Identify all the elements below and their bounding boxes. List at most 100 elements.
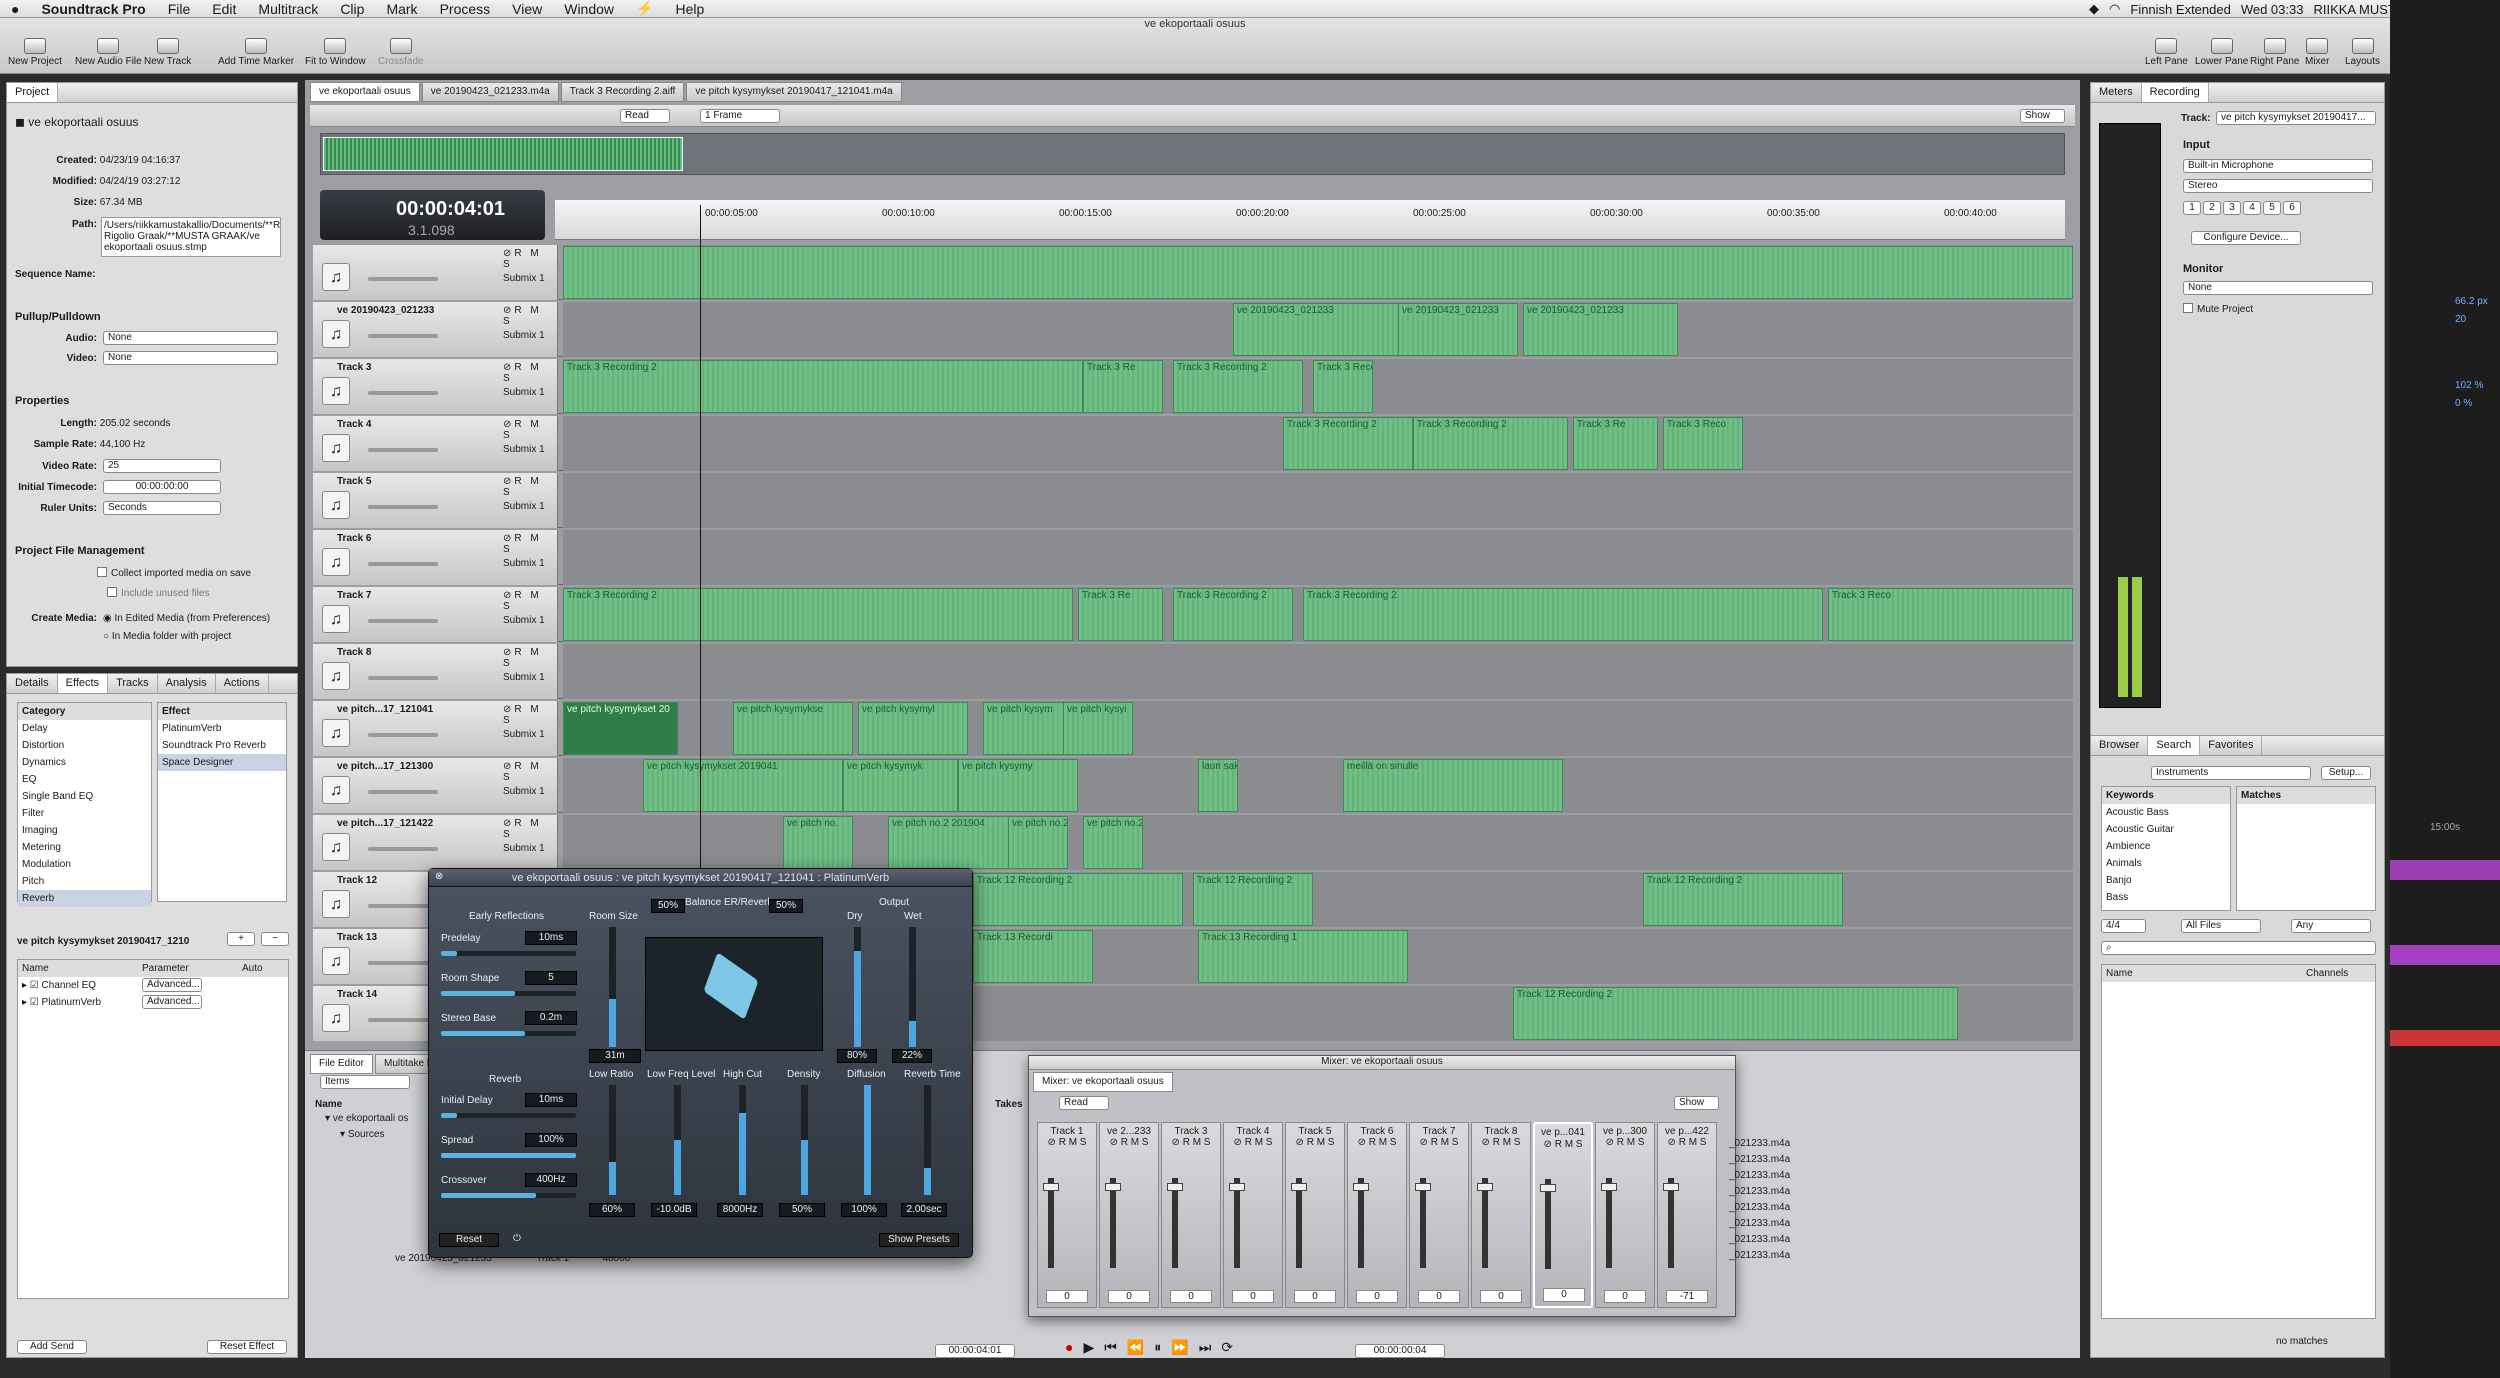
menu-process[interactable]: Process [429, 1, 502, 17]
track-volume-slider[interactable] [368, 790, 438, 794]
fit-to-window-button[interactable]: Fit to Window [305, 38, 366, 67]
audio-clip[interactable]: Track 3 Recording 2 [1283, 417, 1413, 470]
list-item[interactable]: Modulation [18, 856, 151, 873]
lock-icon[interactable]: ⊘ [503, 590, 514, 601]
initial-timecode-field[interactable]: 00:00:00:00 [103, 480, 221, 494]
room-size-value[interactable]: 31m [589, 1049, 641, 1063]
time-ruler[interactable]: 00:00:05:00 00:00:10:00 00:00:15:00 00:0… [555, 200, 2065, 240]
tab-project[interactable]: ve ekoportaali osuus [310, 82, 420, 102]
automation-mode-select[interactable]: Read [620, 109, 670, 123]
list-item[interactable]: Imaging [18, 822, 151, 839]
audio-clip[interactable]: Track 3 Recording 2 [1413, 417, 1568, 470]
track-8[interactable]: Track 8 ⊘R M S ♫ Submix 1 [313, 644, 2073, 699]
mixer-automation-select[interactable]: Read [1059, 1096, 1109, 1110]
density-slider[interactable] [801, 1085, 808, 1195]
duration-timecode[interactable]: 00:00:00:04 [1355, 1344, 1445, 1358]
tab-favorites[interactable]: Favorites [2200, 736, 2263, 755]
track-name[interactable]: Track 13 [337, 932, 377, 943]
track-name[interactable]: Track 8 [337, 647, 371, 658]
strip-value[interactable]: 0 [1418, 1290, 1460, 1303]
audio-clip[interactable]: Track 3 Recording 2 [1173, 360, 1303, 413]
audio-clip[interactable]: Track 12 Recording 2 [1193, 873, 1313, 926]
track-header[interactable]: ve pitch...17_121300 ⊘R M S ♫ Submix 1 [313, 758, 558, 813]
track-name[interactable]: Track 4 [337, 419, 371, 430]
audio-clip[interactable]: ve pitch kysymyl [858, 702, 968, 755]
forward-icon[interactable]: ⏩ [1171, 1339, 1198, 1355]
lock-icon[interactable]: ⊘ [503, 476, 514, 487]
category-select[interactable]: Instruments [2151, 766, 2311, 780]
track-name[interactable]: ve pitch...17_121041 [337, 704, 433, 715]
initial-delay-slider[interactable] [441, 1113, 576, 1118]
mixer-show-select[interactable]: Show [1674, 1096, 1719, 1110]
tab-actions[interactable]: Actions [216, 674, 269, 693]
spread-value[interactable]: 100% [525, 1133, 577, 1147]
channel-strip[interactable]: ve 2...233 ⊘ R M S 0 [1099, 1122, 1159, 1308]
tree-root[interactable]: ▾ ve ekoportaali os [325, 1113, 408, 1124]
track-output[interactable]: Submix 1 [503, 444, 545, 455]
track-select[interactable]: ve pitch kysymykset 20190417... [2216, 111, 2376, 125]
audio-clip[interactable]: ve pitch kysym [983, 702, 1068, 755]
crossover-value[interactable]: 400Hz [525, 1173, 577, 1187]
audio-clip[interactable]: Track 3 Recording 2 [563, 360, 1083, 413]
menu-window[interactable]: Window [553, 1, 625, 17]
strip-value[interactable]: 0 [1543, 1288, 1585, 1302]
path-value[interactable]: /Users/riikkamustakallio/Documents/**RG … [101, 217, 281, 257]
audio-clip[interactable]: Track 3 Reco [1663, 417, 1743, 470]
strip-fader[interactable] [1415, 1183, 1431, 1191]
track-name[interactable]: Track 3 [337, 362, 371, 373]
audio-clip[interactable]: Track 3 Recording 2 [1303, 588, 1823, 641]
add-send-button[interactable]: Add Send [17, 1340, 87, 1354]
tab-tracks[interactable]: Tracks [108, 674, 158, 693]
audio-clip[interactable]: ve pitch kysyi [1063, 702, 1133, 755]
advanced-button[interactable]: Advanced... [142, 995, 202, 1009]
track-output[interactable]: Submix 1 [503, 273, 545, 284]
list-item[interactable]: Acoustic Guitar [2102, 821, 2230, 838]
table-row[interactable]: ▸ ☑ Channel EQ Advanced... [18, 977, 288, 994]
tab-recording[interactable]: Recording [2141, 83, 2209, 102]
dropbox-icon[interactable]: ◆ [2089, 1, 2099, 17]
go-to-start-icon[interactable]: ⏮ [1104, 1339, 1127, 1355]
strip-fader[interactable] [1043, 1183, 1059, 1191]
lock-icon[interactable]: ⊘ [503, 533, 514, 544]
collect-checkbox[interactable]: Collect imported media on save [97, 567, 251, 579]
track-lane[interactable] [563, 644, 2073, 699]
tab-file-2[interactable]: Track 3 Recording 2.aiff [560, 82, 685, 102]
channel-strip[interactable]: Track 3 ⊘ R M S 0 [1161, 1122, 1221, 1308]
checkbox[interactable] [2183, 303, 2193, 313]
track-volume-slider[interactable] [368, 619, 438, 623]
list-item[interactable]: Single Band EQ [18, 788, 151, 805]
diffusion-slider[interactable] [864, 1085, 871, 1195]
current-timecode[interactable]: 00:00:04:01 [935, 1344, 1015, 1358]
tab-mixer[interactable]: Mixer: ve ekoportaali osuus [1033, 1072, 1173, 1092]
wet-value[interactable]: 22% [892, 1049, 932, 1063]
audio-clip[interactable]: ve pitch no.2 [1083, 816, 1143, 869]
track-5[interactable]: Track 5 ⊘R M S ♫ Submix 1 [313, 473, 2073, 528]
strip-value[interactable]: 0 [1356, 1290, 1398, 1303]
lock-icon[interactable]: ⊘ [503, 419, 514, 430]
lock-icon[interactable]: ⊘ [503, 818, 514, 829]
mute-project-checkbox[interactable]: Mute Project [2183, 303, 2253, 315]
audio-clip[interactable]: Track 3 Recording 2 [1173, 588, 1293, 641]
strip-fader[interactable] [1167, 1183, 1183, 1191]
predelay-slider[interactable] [441, 951, 576, 956]
menu-app[interactable]: Soundtrack Pro [30, 1, 156, 17]
track-volume-slider[interactable] [368, 847, 438, 851]
reverb-time-value[interactable]: 2.00sec [901, 1203, 947, 1217]
menu-help[interactable]: Help [664, 1, 715, 17]
monitor-select[interactable]: None [2183, 281, 2373, 295]
audio-clip[interactable]: Track 3 Recording 2 [1313, 360, 1373, 413]
track-volume-slider[interactable] [368, 448, 438, 452]
track-2[interactable]: ve 20190423_021233 ⊘R M S ♫ Submix 1 ve … [313, 302, 2073, 357]
track-4[interactable]: Track 4 ⊘R M S ♫ Submix 1 Track 3 Record… [313, 416, 2073, 471]
channel-button-2[interactable]: 2 [2203, 201, 2221, 215]
low-ratio-slider[interactable] [609, 1085, 616, 1195]
list-item[interactable]: Delay [18, 720, 151, 737]
diffusion-value[interactable]: 100% [841, 1203, 887, 1217]
strip-value[interactable]: 0 [1232, 1290, 1274, 1303]
track-name[interactable]: Track 12 [337, 875, 377, 886]
tab-analysis[interactable]: Analysis [158, 674, 216, 693]
audio-clip[interactable]: meillä on sinulle [1343, 759, 1563, 812]
track-name[interactable]: ve pitch...17_121300 [337, 761, 433, 772]
layouts-button[interactable]: Layouts [2345, 38, 2380, 67]
track-header[interactable]: Track 8 ⊘R M S ♫ Submix 1 [313, 644, 558, 699]
